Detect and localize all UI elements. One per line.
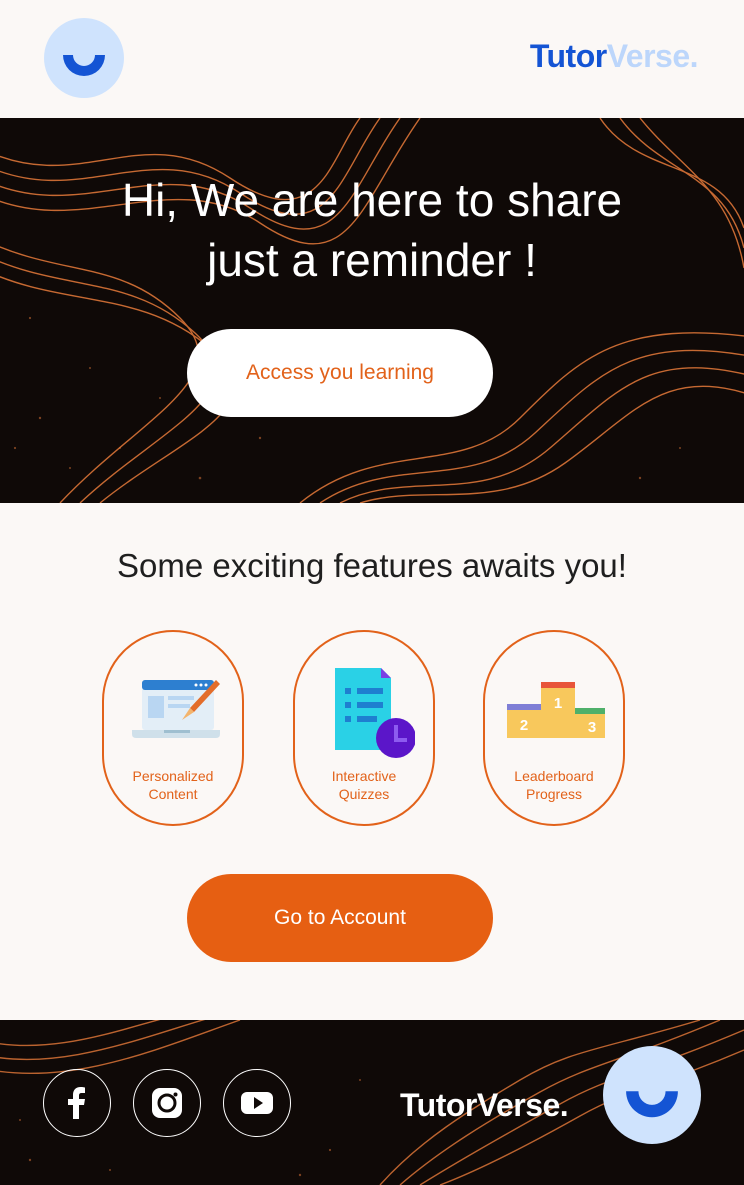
- youtube-button[interactable]: [223, 1069, 291, 1137]
- feature-label-line1: Leaderboard: [514, 768, 594, 784]
- footer-brand-logo-icon[interactable]: [603, 1046, 701, 1144]
- brand-wordmark[interactable]: TutorVerse.: [529, 38, 699, 75]
- go-to-account-button[interactable]: Go to Account: [187, 874, 493, 962]
- features-heading: Some exciting features awaits you!: [117, 547, 627, 584]
- feature-label-line2: Quizzes: [338, 786, 390, 802]
- instagram-button[interactable]: [133, 1069, 201, 1137]
- facebook-button[interactable]: [43, 1069, 111, 1137]
- header: TutorVerse.: [0, 0, 744, 118]
- feature-label-line2: Progress: [525, 786, 583, 802]
- feature-card-personalized-content[interactable]: Personalized Content: [102, 630, 244, 826]
- podium-icon: 2 1 3: [507, 682, 605, 738]
- brand-name-part2: Verse.: [606, 38, 699, 74]
- hero-title: Hi, We are here to share just a reminder…: [0, 170, 744, 290]
- laptop-brush-icon: [132, 680, 220, 738]
- podium-rank-2: 2: [520, 717, 528, 734]
- document-clock-icon: [335, 668, 415, 758]
- hero-banner: Hi, We are here to share just a reminder…: [0, 118, 744, 503]
- feature-card-interactive-quizzes[interactable]: Interactive Quizzes: [293, 630, 435, 826]
- feature-label-personalized-content: Personalized Content: [104, 767, 242, 803]
- hero-title-line1: Hi, We are here to share: [121, 174, 623, 226]
- feature-label-line1: Personalized: [132, 768, 214, 784]
- podium-rank-1: 1: [554, 695, 562, 712]
- features-section: Some exciting features awaits you! Perso…: [0, 503, 744, 1020]
- feature-card-leaderboard-progress[interactable]: 2 1 3 Leaderboard Progress: [483, 630, 625, 826]
- feature-label-leaderboard-progress: Leaderboard Progress: [485, 767, 623, 803]
- brand-name-part1: Tutor: [529, 38, 607, 74]
- footer-brand-wordmark[interactable]: TutorVerse.: [400, 1087, 569, 1124]
- brand-logo-icon[interactable]: [44, 18, 124, 98]
- hero-title-line2: just a reminder !: [207, 234, 537, 286]
- access-learning-button[interactable]: Access you learning: [187, 329, 493, 417]
- feature-label-line1: Interactive: [331, 768, 397, 784]
- youtube-icon: [241, 1092, 273, 1114]
- instagram-icon: [152, 1088, 182, 1118]
- feature-label-interactive-quizzes: Interactive Quizzes: [295, 767, 433, 803]
- feature-label-line2: Content: [148, 786, 198, 802]
- footer: TutorVerse.: [0, 1020, 744, 1185]
- podium-rank-3: 3: [588, 719, 596, 736]
- facebook-icon: [68, 1087, 85, 1119]
